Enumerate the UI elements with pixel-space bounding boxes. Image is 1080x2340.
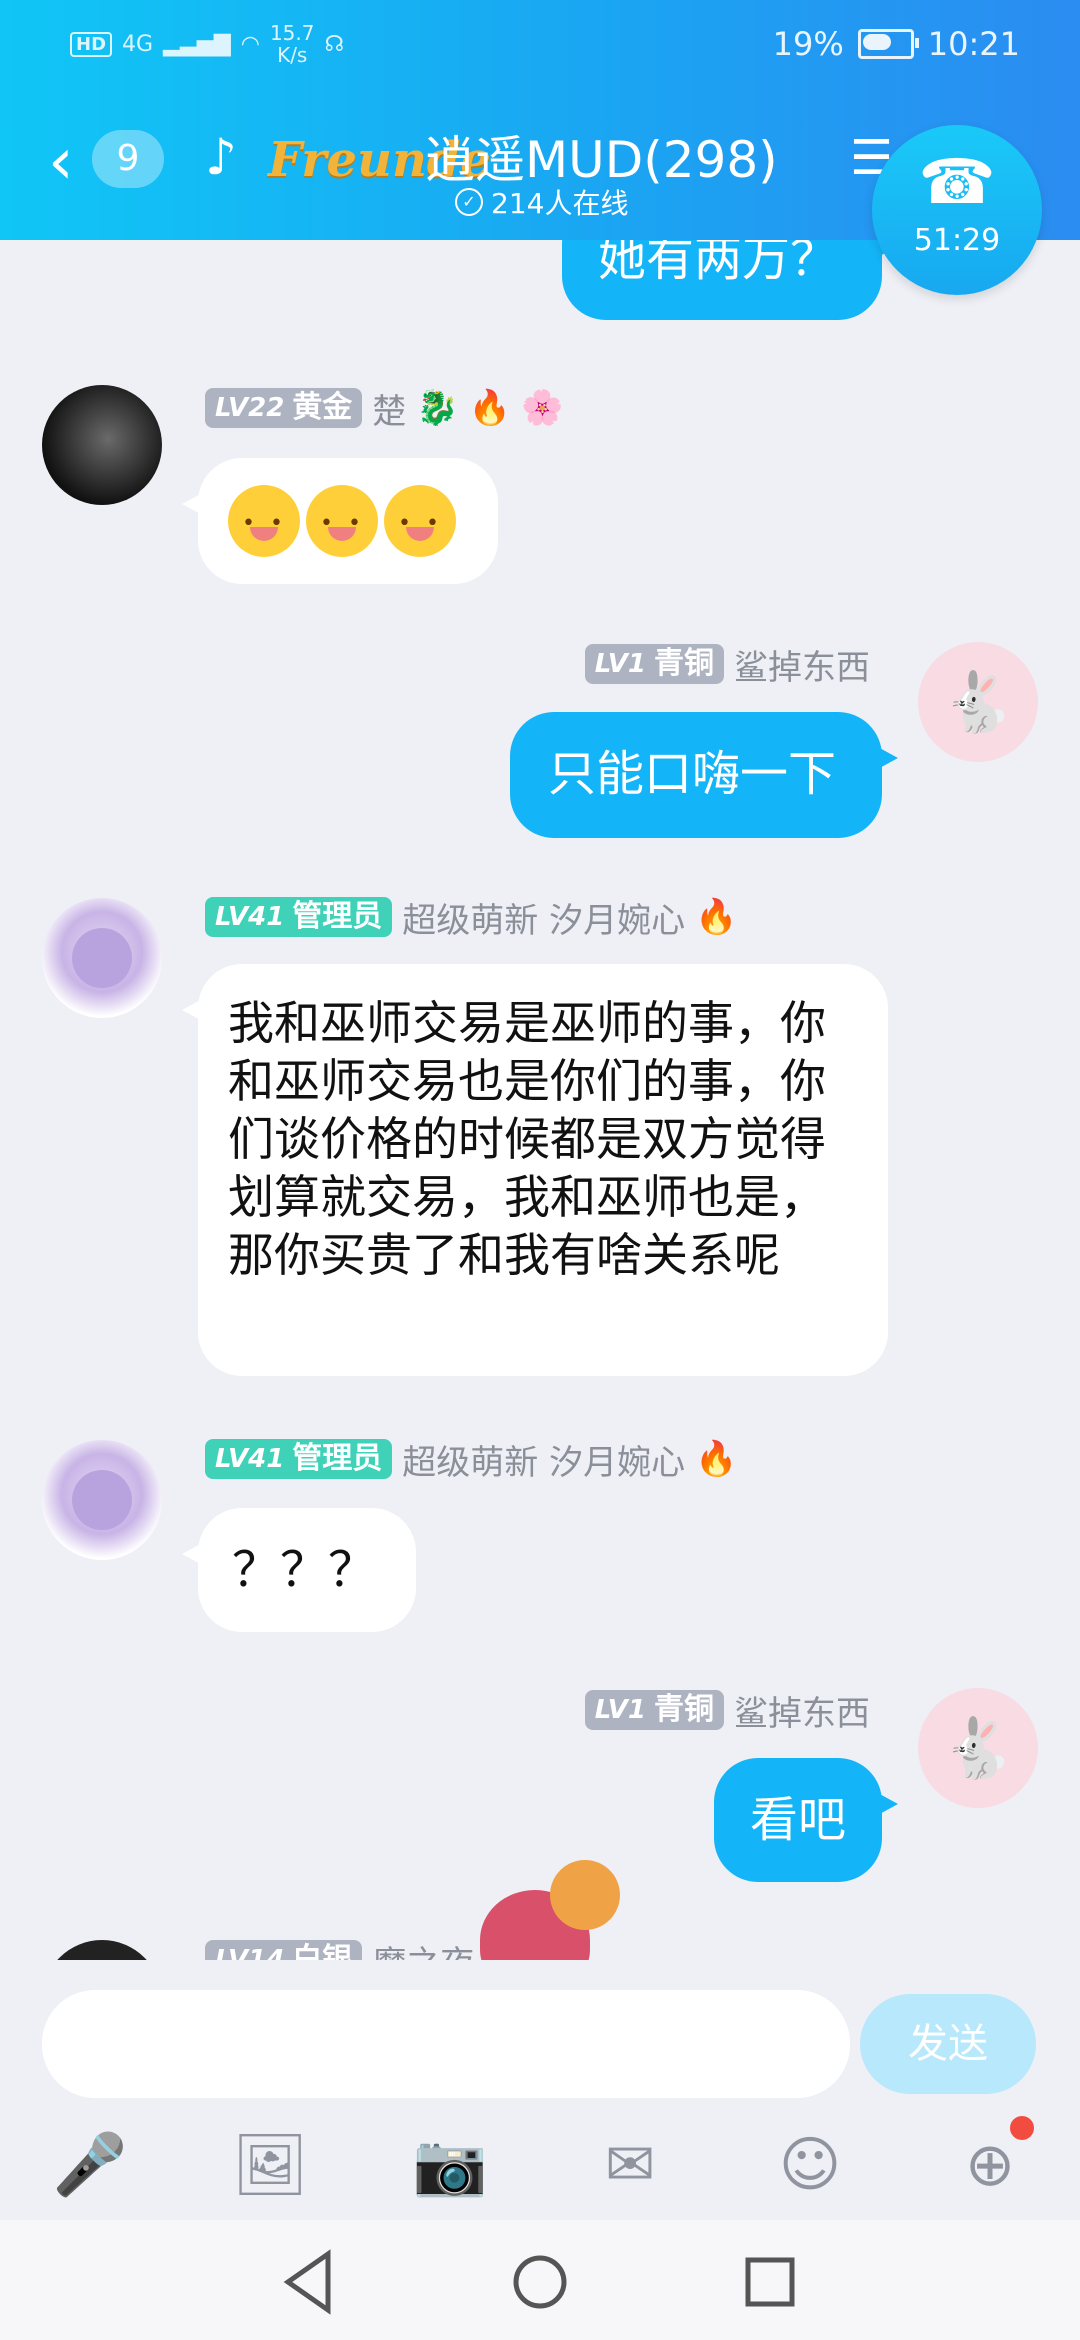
dragon-badge-icon: 🐉 bbox=[416, 388, 459, 428]
message-input[interactable] bbox=[42, 1990, 850, 2098]
admin-badge: LV41 管理员 bbox=[205, 897, 393, 937]
sender-meta: LV41 管理员 超级萌新 汐月婉心 🔥 bbox=[205, 893, 738, 942]
sender-name[interactable]: 鲨掉东西 bbox=[734, 1686, 870, 1735]
message-bubble[interactable]: 只能口嗨一下 bbox=[510, 712, 898, 838]
level-badge: LV14 白银 bbox=[205, 1940, 363, 1960]
call-duration: 51:29 bbox=[913, 223, 1001, 258]
sender-meta: LV41 管理员 超级萌新 汐月婉心 🔥 bbox=[205, 1435, 738, 1484]
app-notification-icon: ☊ bbox=[324, 31, 345, 57]
message-text: 看吧 bbox=[750, 1792, 847, 1848]
clock: 10:21 bbox=[927, 25, 1020, 63]
level-number: LV22 bbox=[215, 393, 285, 423]
send-button[interactable]: 发送 bbox=[860, 1994, 1036, 2094]
phone-icon: ☎ bbox=[918, 145, 996, 218]
hd-indicator: HD bbox=[70, 31, 113, 57]
level-number: LV41 bbox=[215, 1444, 285, 1474]
message-bubble[interactable]: 她有两万？ bbox=[562, 240, 898, 320]
admin-badge: LV41 管理员 bbox=[205, 1439, 393, 1479]
sender-name[interactable]: 超级萌新 汐月婉心 bbox=[402, 1435, 685, 1484]
fire-badge-icon: 🔥 bbox=[695, 1439, 738, 1479]
bunny-sticker-icon: 🐇 bbox=[941, 668, 1015, 736]
sender-meta: LV22 黄金 楚 🐉 🔥 🌸 bbox=[205, 384, 564, 433]
net-speed: 15.7 K/s bbox=[269, 21, 315, 67]
level-rank: 管理员 bbox=[292, 1441, 383, 1476]
avatar[interactable] bbox=[42, 1940, 162, 1960]
pet-dog-icon bbox=[550, 1860, 620, 1930]
flower-badge-icon: 🌸 bbox=[520, 388, 564, 428]
message-text: 她有两万？ bbox=[598, 240, 839, 287]
input-bar: 发送 🎤 🖼 📷 ✉ ☺ ⊕ bbox=[0, 1960, 1080, 2220]
system-nav-bar bbox=[0, 2220, 1080, 2340]
online-count-text: 214人在线 bbox=[491, 187, 629, 220]
message-bubble[interactable]: 我和巫师交易是巫师的事，你和巫师交易也是你们的事，你们谈价格的时候都是双方觉得划… bbox=[182, 964, 888, 1376]
back-icon[interactable]: ‹ bbox=[48, 130, 74, 194]
message-bubble[interactable]: 看吧 bbox=[714, 1758, 898, 1882]
toolbar: 🎤 🖼 📷 ✉ ☺ ⊕ bbox=[0, 2110, 1080, 2220]
level-badge: LV1 青铜 bbox=[584, 644, 724, 684]
online-check-icon: ✓ bbox=[455, 188, 483, 216]
fire-badge-icon: 🔥 bbox=[468, 388, 511, 428]
level-rank: 青铜 bbox=[654, 1692, 714, 1727]
unread-count-badge[interactable]: 9 bbox=[92, 130, 164, 188]
level-badge: LV22 黄金 bbox=[205, 388, 363, 428]
nav-recents-icon[interactable] bbox=[730, 2242, 810, 2322]
emoji-icon bbox=[228, 485, 300, 557]
avatar[interactable] bbox=[42, 898, 162, 1018]
message-list[interactable]: 她有两万？ LV22黄金 楚 🐉 🔥 🌸 🐇 LV1 青铜 鲨掉东西 只能口嗨一下… bbox=[0, 240, 1080, 1960]
level-rank: 青铜 bbox=[654, 646, 714, 681]
sender-meta: LV14 白银 魔之夜 bbox=[205, 1938, 474, 1960]
fire-badge-icon: 🔥 bbox=[695, 897, 738, 937]
earpiece-mode-icon[interactable]: ♪ bbox=[205, 128, 237, 186]
level-number: LV1 bbox=[594, 1695, 646, 1725]
battery-percent: 19% bbox=[772, 25, 844, 63]
message-bubble[interactable] bbox=[182, 458, 498, 584]
wifi-icon: ◠ bbox=[240, 31, 260, 57]
avatar[interactable]: 🐇 bbox=[918, 1688, 1038, 1808]
level-number: LV1 bbox=[594, 649, 646, 679]
level-rank: 管理员 bbox=[292, 899, 383, 934]
status-bar: HD 4G ▂▃▅▇ ◠ 15.7 K/s ☊ 19% 10:21 bbox=[0, 0, 1080, 90]
level-rank: 白银 bbox=[292, 1942, 353, 1960]
camera-icon[interactable]: 📷 bbox=[410, 2125, 490, 2205]
sender-name[interactable]: 楚 bbox=[372, 384, 406, 433]
battery-level bbox=[862, 34, 891, 50]
bunny-sticker-icon: 🐇 bbox=[941, 1714, 1015, 1782]
status-right: 19% 10:21 bbox=[773, 25, 1020, 63]
emoji-icon bbox=[306, 485, 378, 557]
nav-home-icon[interactable] bbox=[500, 2242, 580, 2322]
level-rank: 黄金 bbox=[292, 390, 353, 425]
message-text: 我和巫师交易是巫师的事，你和巫师交易也是你们的事，你们谈价格的时候都是双方觉得划… bbox=[228, 996, 826, 1282]
signal-icon: ▂▃▅▇ bbox=[163, 31, 231, 57]
sender-meta: LV1 青铜 鲨掉东西 bbox=[520, 1686, 870, 1735]
red-packet-icon[interactable]: ✉ bbox=[590, 2125, 670, 2205]
floating-pet-sticker[interactable] bbox=[470, 1860, 650, 1960]
message-text: 只能口嗨一下 bbox=[548, 746, 837, 802]
emoji-icon bbox=[384, 485, 456, 557]
notification-dot bbox=[1010, 2116, 1034, 2140]
sender-name[interactable]: 超级萌新 汐月婉心 bbox=[402, 893, 685, 942]
avatar[interactable] bbox=[42, 1440, 162, 1560]
microphone-icon[interactable]: 🎤 bbox=[50, 2125, 130, 2205]
avatar[interactable] bbox=[42, 385, 162, 505]
level-badge: LV1 青铜 bbox=[584, 1690, 724, 1730]
voice-call-float[interactable]: ☎ 51:29 bbox=[872, 125, 1042, 295]
image-icon[interactable]: 🖼 bbox=[230, 2125, 310, 2205]
online-count: ✓ 214人在线 bbox=[455, 182, 628, 222]
battery-icon bbox=[857, 29, 919, 59]
message-text: ？？？ bbox=[232, 1542, 377, 1598]
level-number: LV41 bbox=[215, 902, 285, 932]
status-left: HD 4G ▂▃▅▇ ◠ 15.7 K/s ☊ bbox=[70, 22, 344, 66]
avatar[interactable]: 🐇 bbox=[918, 642, 1038, 762]
sender-name[interactable]: 魔之夜 bbox=[372, 1936, 474, 1961]
anime-girl-avatar-icon bbox=[72, 928, 132, 988]
anime-girl-avatar-icon bbox=[72, 1470, 132, 1530]
nav-back-icon[interactable] bbox=[270, 2242, 350, 2322]
emoji-icon[interactable]: ☺ bbox=[770, 2125, 850, 2205]
message-bubble[interactable]: ？？？ bbox=[182, 1508, 416, 1632]
level-number: LV14 bbox=[215, 1945, 285, 1960]
sender-meta: LV1 青铜 鲨掉东西 bbox=[520, 640, 870, 689]
network-type: 4G bbox=[122, 31, 154, 57]
sender-name[interactable]: 鲨掉东西 bbox=[734, 640, 870, 689]
